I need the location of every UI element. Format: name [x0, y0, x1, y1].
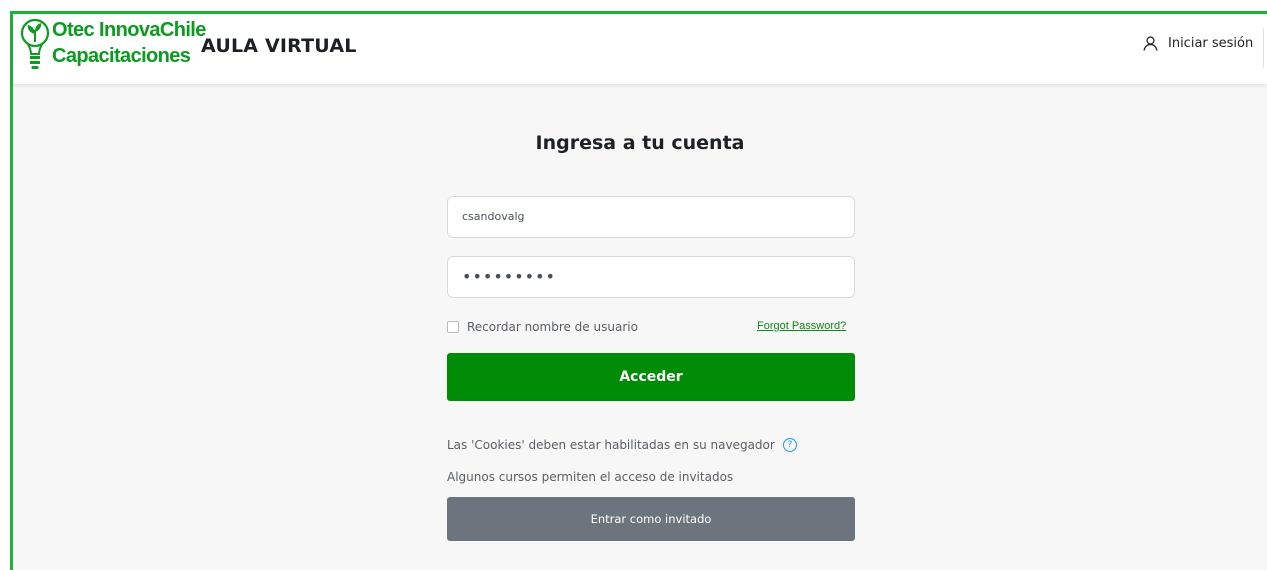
login-heading: Ingresa a tu cuenta [535, 132, 745, 154]
navbar-divider [1263, 28, 1264, 68]
top-navbar: Otec InnovaChile Capacitaciones AULA VIR… [13, 14, 1267, 84]
page: Otec InnovaChile Capacitaciones AULA VIR… [13, 14, 1267, 570]
remember-checkbox[interactable] [447, 321, 459, 333]
password-input[interactable]: ••••••••• [447, 256, 855, 298]
guest-access-text: Algunos cursos permiten el acceso de inv… [447, 470, 734, 484]
cookies-text: Las 'Cookies' deben estar habilitadas en… [447, 438, 775, 452]
username-input[interactable]: csandovalg [447, 196, 855, 238]
user-icon [1143, 36, 1158, 51]
logo-text-line2: Capacitaciones [52, 45, 191, 67]
login-button[interactable]: Acceder [447, 353, 855, 401]
site-title[interactable]: AULA VIRTUAL [201, 35, 357, 57]
logo-text-line1: Otec InnovaChile [52, 19, 206, 41]
remember-label: Recordar nombre de usuario [467, 320, 638, 334]
login-link[interactable]: Iniciar sesión [1143, 36, 1253, 51]
question-circle-icon[interactable]: ? [782, 438, 797, 452]
login-link-label: Iniciar sesión [1168, 36, 1254, 51]
cookies-notice: Las 'Cookies' deben estar habilitadas en… [447, 438, 797, 452]
forgot-password-link[interactable]: Forgot Password? [757, 320, 846, 332]
lightbulb-plant-icon [20, 18, 50, 69]
site-logo[interactable]: Otec InnovaChile Capacitaciones [20, 18, 206, 76]
guest-login-button[interactable]: Entrar como invitado [447, 497, 855, 541]
remember-username[interactable]: Recordar nombre de usuario [447, 320, 638, 334]
